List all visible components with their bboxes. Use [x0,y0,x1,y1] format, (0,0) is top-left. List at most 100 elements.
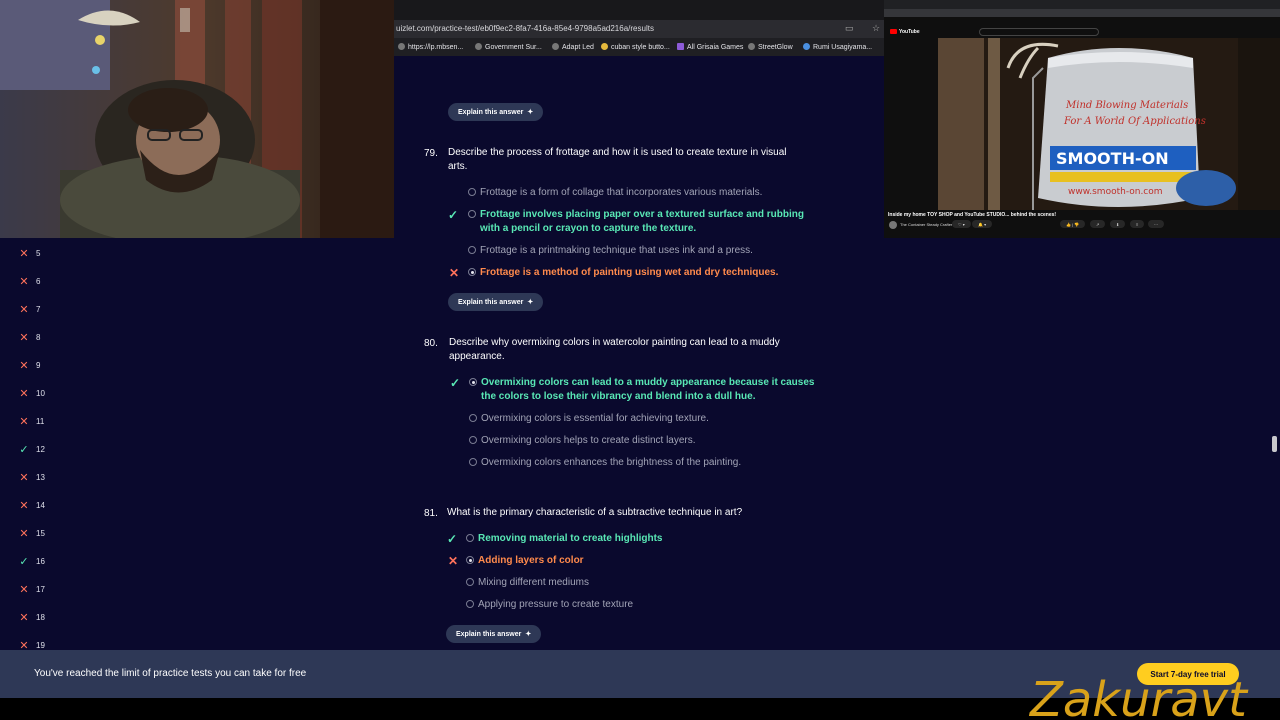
subscribe-button[interactable]: 🔔 ▾ [972,220,993,228]
question-nav-number: 12 [36,444,45,454]
question-nav-item[interactable]: ✕ 7 [18,302,40,316]
pot-text-3: Mind Blowing Materials [1065,100,1188,111]
question-nav-item[interactable]: ✕ 17 [18,582,45,596]
radio-button[interactable] [468,188,476,196]
radio-button[interactable] [469,414,477,422]
question-nav-item[interactable]: ✕ 6 [18,274,40,288]
bookmark-item[interactable]: Government Sur... [475,43,542,51]
bookmark-item[interactable]: https://lp.mbsen... [398,43,463,51]
bookmark-item[interactable]: All Grisaia Games [677,43,743,51]
question-nav-item[interactable]: ✕ 8 [18,330,40,344]
bookmark-item[interactable]: Rumi Usagiyama... [803,43,872,51]
check-icon: ✓ [447,532,458,546]
site-icon [601,43,608,50]
scrollbar-thumb[interactable] [1272,436,1277,452]
cross-icon: ✕ [19,471,29,484]
radio-button[interactable] [468,210,476,218]
question-number: 81. [424,508,438,519]
yt-tab-strip[interactable] [884,0,1280,9]
like-button[interactable]: 👍 | 👎 [1060,220,1086,228]
question-nav-number: 13 [36,472,45,482]
question-number: 80. [424,338,438,349]
pot-text-2: www.smooth-on.com [1068,187,1163,197]
youtube-logo[interactable]: YouTube [890,29,920,35]
save-button[interactable]: ≡ [1130,220,1145,228]
video-player[interactable]: Mind Blowing Materials For A World Of Ap… [938,38,1280,210]
cross-icon: ✕ [19,331,29,344]
explain-answer-button[interactable]: Explain this answer ✦ [446,625,542,643]
radio-button[interactable] [468,246,476,254]
question-nav-item[interactable]: ✕ 14 [18,498,45,512]
radio-button-selected[interactable] [466,556,474,564]
question-nav-item[interactable]: ✕ 5 [18,246,40,260]
question-nav-number: 15 [36,528,45,538]
cross-icon: ✕ [19,303,29,316]
cross-icon: ✕ [19,527,29,540]
question-nav-number: 17 [36,584,45,594]
bookmark-item[interactable]: cuban style butto... [601,43,670,51]
bookmark-item[interactable]: StreetGlow [748,43,793,51]
question-nav-item[interactable]: ✕ 11 [18,414,44,428]
globe-icon [398,43,405,50]
question-nav-number: 16 [36,556,45,566]
yt-header: YouTube [884,27,1280,38]
question-nav-item[interactable]: ✓ 12 [18,442,45,456]
question-nav-number: 10 [36,388,45,398]
explain-answer-button[interactable]: Explain this answer ✦ [448,293,544,311]
streamer-watermark: Zakuravt [1030,672,1247,720]
radio-button[interactable] [466,534,474,542]
url-text[interactable]: uizlet.com/practice-test/eb0f9ec2-8fa7-4… [396,24,654,33]
question-nav-item[interactable]: ✓ 16 [18,554,45,568]
sparkle-icon: ✦ [527,299,534,306]
webcam-feed-image [0,0,394,238]
question-nav-number: 9 [36,360,41,370]
more-button[interactable]: ⋯ [1148,220,1164,228]
question-nav-number: 6 [36,276,41,286]
video-title: Inside my home TOY SHOP and YouTube STUD… [888,212,1057,218]
pot-text-4: For A World Of Applications [1063,116,1206,127]
radio-button[interactable] [469,436,477,444]
cross-icon: ✕ [19,247,29,260]
radio-button[interactable] [466,578,474,586]
yt-search-input[interactable] [979,28,1099,36]
download-button[interactable]: ⬇ [1110,220,1126,228]
site-icon [552,43,559,50]
question-nav-number: 5 [36,248,41,258]
sparkle-icon: ✦ [525,631,532,638]
explain-answer-button[interactable]: Explain this answer ✦ [448,103,544,121]
share-button[interactable]: ↗ [1090,220,1106,228]
bookmark-item[interactable]: Adapt Led [552,43,594,51]
screen: uizlet.com/practice-test/eb0f9ec2-8fa7-4… [0,0,1280,720]
channel-avatar[interactable] [889,221,897,229]
question-nav-item[interactable]: ✕ 9 [18,358,40,372]
radio-button[interactable] [469,458,477,466]
radio-button-selected[interactable] [468,268,476,276]
play-icon [890,29,897,34]
cross-icon: ✕ [19,583,29,596]
check-icon: ✓ [448,208,459,222]
site-icon [748,43,755,50]
cross-icon: ✕ [19,611,29,624]
site-icon [475,43,482,50]
video-frame-image: Mind Blowing Materials For A World Of Ap… [938,38,1280,210]
radio-button[interactable] [466,600,474,608]
question-nav-item[interactable]: ✕ 10 [18,386,45,400]
yt-address-bar[interactable] [884,9,1280,17]
banner-message: You've reached the limit of practice tes… [34,668,307,679]
radio-button-selected[interactable] [469,378,477,386]
channel-name[interactable]: The Container Steady Crafter [900,222,952,227]
cross-icon: ✕ [19,275,29,288]
question-nav-number: 8 [36,332,41,342]
question-nav-number: 19 [36,640,45,650]
join-button[interactable]: ♡ ▾ [952,220,971,228]
question-nav-item[interactable]: ✕ 18 [18,610,45,624]
webcam-overlay [0,0,394,238]
pot-text-1: SMOOTH-ON [1056,149,1169,168]
question-nav-number: 11 [36,416,45,426]
check-icon: ✓ [19,443,29,456]
question-nav-item[interactable]: ✕ 15 [18,526,45,540]
question-nav-number: 18 [36,612,45,622]
check-icon: ✓ [450,376,461,390]
question-nav-item[interactable]: ✕ 13 [18,470,45,484]
check-icon: ✓ [19,555,29,568]
